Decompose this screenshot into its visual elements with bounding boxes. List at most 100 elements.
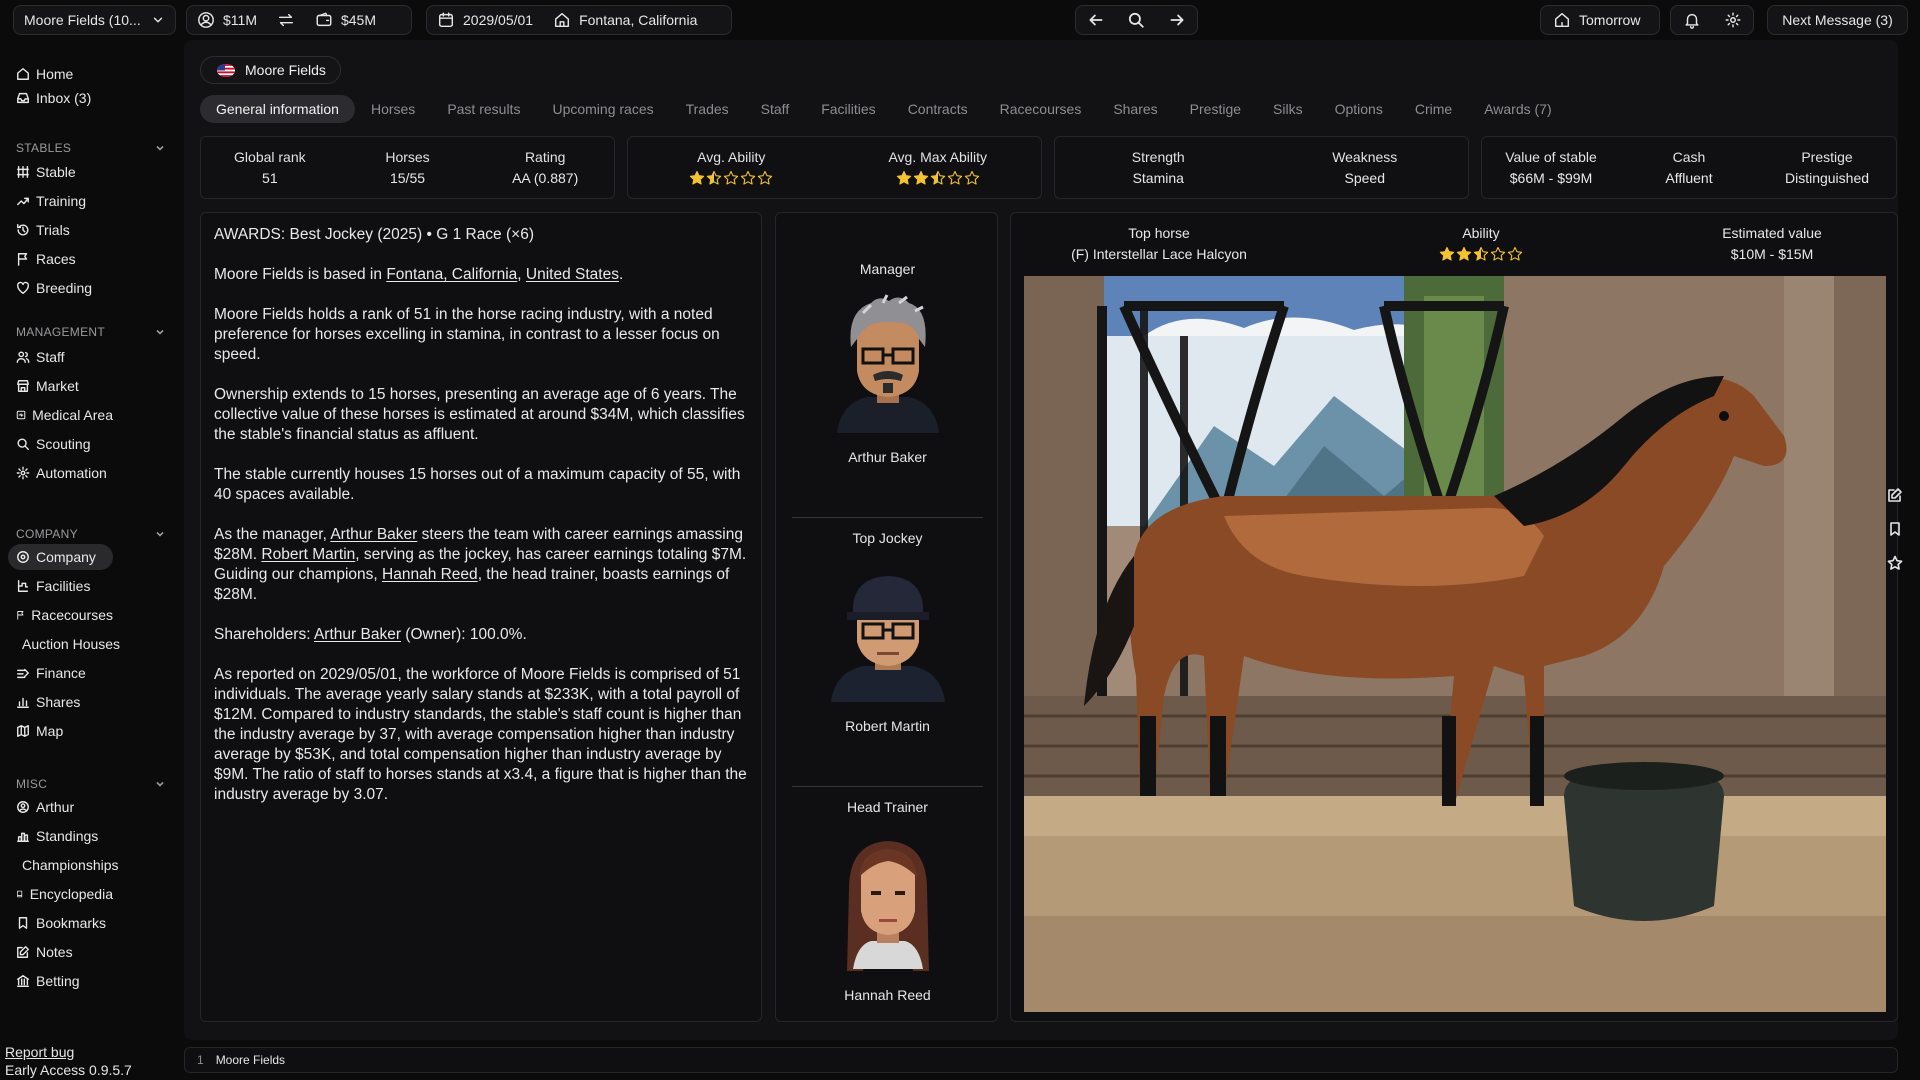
arrow-right-icon[interactable] [1168, 11, 1186, 29]
sidebar-item-label: Medical Area [32, 407, 113, 423]
sidebar-item-encyclopedia[interactable]: Encyclopedia [8, 881, 113, 907]
bookmark-button[interactable] [1882, 512, 1908, 546]
tab-shares[interactable]: Shares [1097, 95, 1173, 123]
sidebar-item-notes[interactable]: Notes [8, 939, 113, 965]
sidebar-item-auction-houses[interactable]: Auction Houses [8, 631, 120, 657]
note-button[interactable] [1882, 478, 1908, 512]
tab-upcoming-races[interactable]: Upcoming races [536, 95, 669, 123]
sidebar-item-staff[interactable]: Staff [8, 344, 113, 370]
tab-general-information[interactable]: General information [200, 95, 355, 123]
tab-prestige[interactable]: Prestige [1174, 95, 1257, 123]
stat-value: Speed [1344, 170, 1385, 186]
arrow-left-icon[interactable] [1087, 11, 1105, 29]
section-title: STABLES [16, 141, 72, 155]
date-display[interactable]: 2029/05/01 [427, 6, 543, 34]
jockey-link[interactable]: Robert Martin [261, 546, 355, 563]
date-value: 2029/05/01 [463, 12, 534, 28]
staff-role: Top Jockey [852, 530, 923, 546]
section-header-management[interactable]: MANAGEMENT [16, 324, 166, 340]
location-link[interactable]: Fontana, California [386, 266, 517, 283]
section-header-misc[interactable]: MISC [16, 776, 166, 792]
tab-trades[interactable]: Trades [670, 95, 745, 123]
sidebar-item-betting[interactable]: Betting [8, 968, 113, 994]
manager-link[interactable]: Arthur Baker [330, 526, 417, 543]
manager-card[interactable]: Manager Arthur Baker [776, 261, 999, 465]
section-header-company[interactable]: COMPANY [16, 526, 166, 542]
bank-icon [17, 975, 29, 987]
tab-past-results[interactable]: Past results [431, 95, 536, 123]
personal-money[interactable]: $11M [187, 6, 267, 34]
sidebar-item-medical-area[interactable]: Medical Area [8, 402, 113, 428]
sidebar-item-automation[interactable]: Automation [8, 460, 113, 486]
star-rating [896, 170, 980, 186]
house-sun-icon [1554, 12, 1570, 28]
sidebar-item-racecourses[interactable]: Racecourses [8, 602, 113, 628]
star-rating [1439, 246, 1523, 262]
jockey-card[interactable]: Top Jockey Robert Martin [776, 530, 999, 734]
sidebar-item-training[interactable]: Training [8, 188, 113, 214]
sidebar-item-bookmarks[interactable]: Bookmarks [8, 910, 113, 936]
top-horse-panel[interactable]: Top horse (F) Interstellar Lace Halcyon … [1010, 212, 1898, 1022]
tab-options[interactable]: Options [1319, 95, 1399, 123]
staff-name: Arthur Baker [848, 449, 927, 465]
tab-racecourses[interactable]: Racecourses [984, 95, 1098, 123]
tab-horses[interactable]: Horses [355, 95, 431, 123]
tab-crime[interactable]: Crime [1399, 95, 1468, 123]
sidebar-item-home[interactable]: Home [8, 61, 113, 87]
stable-select[interactable]: Moore Fields (10... [13, 5, 176, 35]
sidebar-item-shares[interactable]: Shares [8, 689, 113, 715]
search-icon [17, 438, 29, 450]
tomorrow-button[interactable]: Tomorrow [1540, 5, 1660, 35]
sidebar-item-label: Auction Houses [22, 636, 121, 652]
sidebar-item-inbox[interactable]: Inbox (3) [8, 85, 113, 111]
sidebar-item-label: Inbox (3) [36, 90, 92, 106]
gear-icon [16, 466, 30, 480]
tab-silks[interactable]: Silks [1257, 95, 1319, 123]
trainer-link[interactable]: Hannah Reed [382, 566, 478, 583]
history-item[interactable]: Moore Fields [204, 1053, 285, 1067]
stat-label: Rating [524, 149, 566, 165]
next-message-button[interactable]: Next Message (3) [1767, 5, 1908, 35]
star-icon [1490, 246, 1506, 261]
heart-icon [17, 281, 29, 294]
gear-icon[interactable] [1724, 11, 1742, 29]
tab-contracts[interactable]: Contracts [892, 95, 984, 123]
staff-panel: Manager Arthur Baker Top Jockey Robert M… [775, 212, 998, 1022]
sidebar-item-scouting[interactable]: Scouting [8, 431, 113, 457]
top-horse-name[interactable]: (F) Interstellar Lace Halcyon [1071, 246, 1247, 262]
sidebar-item-stable[interactable]: Stable [8, 159, 113, 185]
sidebar-item-arthur[interactable]: Arthur [8, 794, 113, 820]
tab-awards-7[interactable]: Awards (7) [1468, 95, 1567, 123]
sidebar-item-market[interactable]: Market [8, 373, 113, 399]
sidebar-item-championships[interactable]: Championships [8, 852, 119, 878]
staff-role: Head Trainer [847, 799, 928, 815]
transfer-button[interactable] [267, 6, 305, 34]
stable-money[interactable]: $45M [305, 6, 386, 34]
tab-facilities[interactable]: Facilities [805, 95, 891, 123]
sidebar-item-company[interactable]: Company [8, 544, 113, 570]
country-link[interactable]: United States [526, 266, 619, 283]
bell-icon[interactable] [1683, 11, 1701, 29]
stable-chip[interactable]: Moore Fields [200, 56, 341, 84]
transfer-icon [278, 13, 294, 27]
grid-icon [17, 166, 29, 178]
report-bug-link[interactable]: Report bug [5, 1044, 74, 1060]
owner-link[interactable]: Arthur Baker [314, 626, 401, 643]
sidebar-item-standings[interactable]: Standings [8, 823, 113, 849]
sidebar-item-trials[interactable]: Trials [8, 217, 113, 243]
search-icon[interactable] [1127, 11, 1145, 29]
favorite-button[interactable] [1882, 546, 1908, 580]
sidebar-item-breeding[interactable]: Breeding [8, 275, 113, 301]
location-display[interactable]: Fontana, California [543, 6, 707, 34]
stable-select-label: Moore Fields (10... [24, 12, 141, 28]
sidebar-item-races[interactable]: Races [8, 246, 113, 272]
stat-horses: Horses 15/55 [339, 137, 477, 198]
map-icon [17, 725, 29, 737]
trainer-card[interactable]: Head Trainer Hannah Reed [776, 799, 999, 1003]
sidebar-item-facilities[interactable]: Facilities [8, 573, 113, 599]
tab-staff[interactable]: Staff [745, 95, 806, 123]
section-header-stables[interactable]: STABLES [16, 140, 166, 156]
sidebar-item-map[interactable]: Map [8, 718, 113, 744]
stat-label: Weakness [1332, 149, 1398, 165]
sidebar-item-finance[interactable]: Finance [8, 660, 113, 686]
